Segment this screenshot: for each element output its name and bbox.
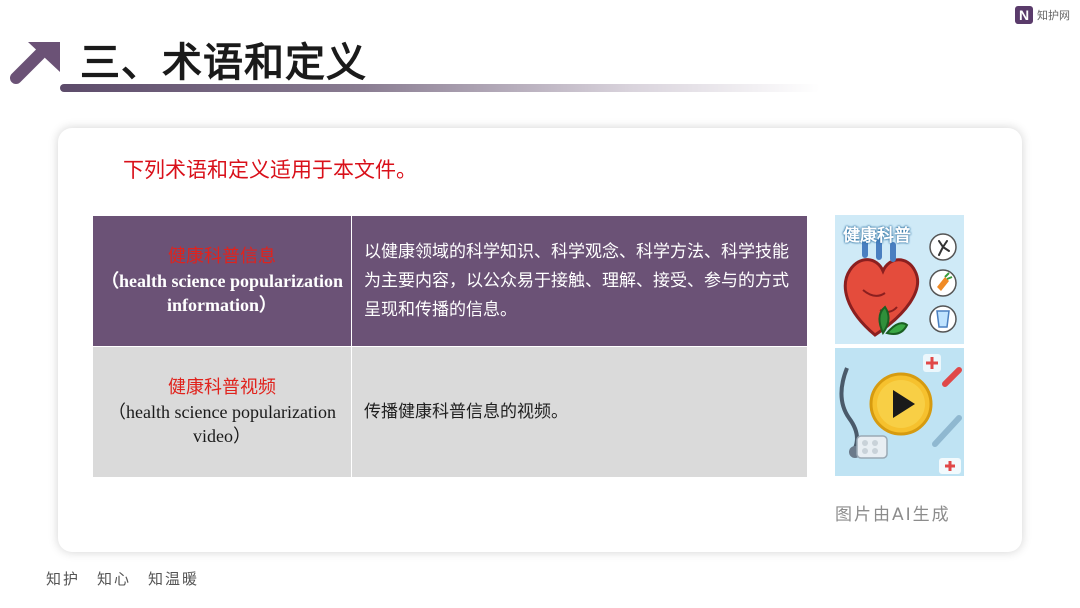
term-name-en: （health science popularization video） (108, 402, 336, 446)
health-science-illustration: 健康科普 (835, 215, 964, 344)
term-name-en: （health science popularization informati… (101, 271, 343, 315)
term-name-cn: 健康科普视频 (168, 377, 276, 398)
logo-mark: N (1015, 6, 1033, 24)
video-illustration (835, 348, 964, 476)
title-underline (60, 84, 820, 92)
image-title: 健康科普 (843, 226, 911, 246)
term-cell: 健康科普视频 （health science popularization vi… (92, 346, 352, 478)
table-row: 健康科普信息 （health science popularization in… (92, 215, 808, 347)
page-title: 三、术语和定义 (80, 40, 367, 86)
logo-text: 知护网 (1037, 9, 1070, 22)
image-credit: 图片由AI生成 (835, 505, 951, 525)
footer-slogan: 知护 知心 知温暖 (46, 570, 200, 588)
video-play-illustration-icon (835, 348, 964, 476)
term-name-cn: 健康科普信息 (168, 246, 276, 267)
term-cell: 健康科普信息 （health science popularization in… (92, 215, 352, 347)
terms-table: 健康科普信息 （health science popularization in… (92, 215, 808, 478)
content-card: 下列术语和定义适用于本文件。 健康科普信息 （health science po… (58, 128, 1022, 552)
brand-logo: N 知护网 (1015, 6, 1070, 24)
arrow-icon (10, 42, 60, 84)
definition-cell: 传播健康科普信息的视频。 (351, 346, 808, 478)
table-row: 健康科普视频 （health science popularization vi… (92, 346, 808, 478)
definition-cell: 以健康领域的科学知识、科学观念、科学方法、科学技能为主要内容，以公众易于接触、理… (351, 215, 808, 347)
intro-text: 下列术语和定义适用于本文件。 (123, 158, 417, 182)
